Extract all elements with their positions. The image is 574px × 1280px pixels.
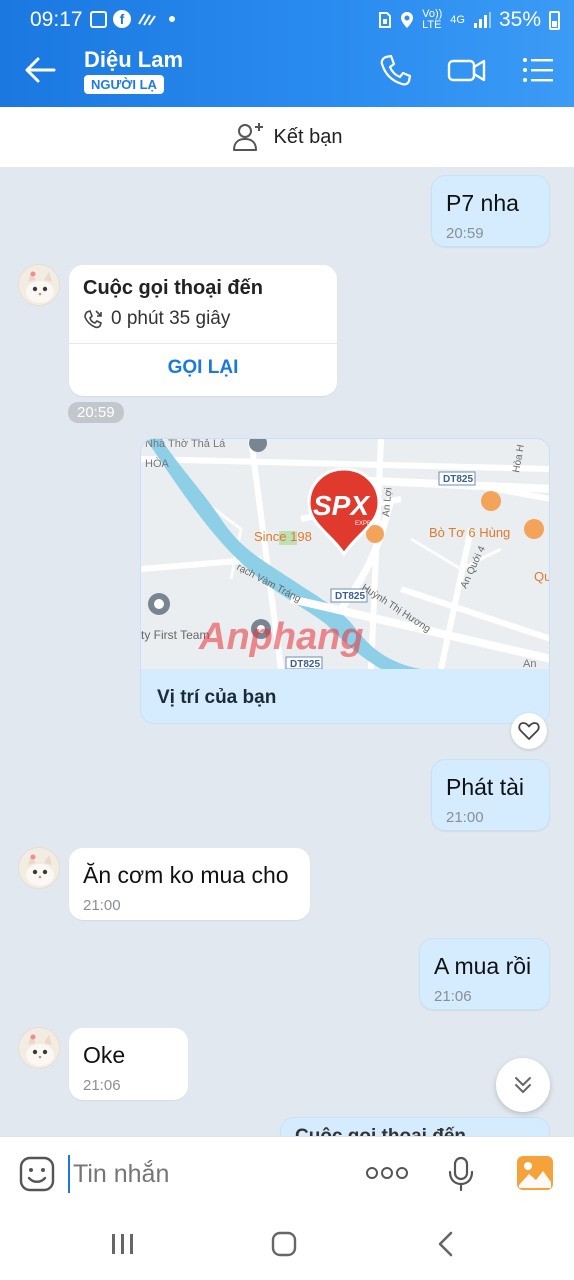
more-options-icon[interactable]	[365, 1163, 409, 1183]
gallery-icon	[90, 10, 107, 28]
map-place-label: Nhà Thờ Thả Lá	[145, 439, 226, 450]
message-time: 21:00	[83, 897, 121, 914]
spx-logo-subtext: EXPRESS	[355, 521, 383, 527]
signal-icon	[473, 12, 491, 28]
message-time: 21:06	[83, 1077, 121, 1094]
map-road-label: DT825	[290, 659, 320, 669]
call-title: Cuộc gọi thoại đến	[83, 277, 263, 299]
message-bubble-sent[interactable]: P7 nha 20:59	[431, 175, 550, 247]
message-text: P7 nha	[446, 190, 519, 216]
message-time: 20:59	[446, 225, 484, 242]
location-card[interactable]: DT825 DT825 DT825 Since 198 Bò Tơ 6 Hùng…	[140, 438, 550, 724]
message-time: 21:00	[446, 809, 484, 826]
notification-dot	[169, 16, 175, 22]
spx-logo-text: SPX	[313, 490, 371, 521]
message-bubble-sent[interactable]: Phát tài 21:00	[431, 759, 550, 831]
facebook-icon: f	[113, 10, 131, 28]
contact-name[interactable]: Diệu Lam	[84, 47, 183, 73]
system-nav-bar	[0, 1208, 574, 1280]
add-friend-label: Kết bạn	[273, 125, 343, 148]
home-icon[interactable]	[270, 1230, 298, 1258]
heart-icon	[518, 722, 540, 740]
double-chevron-down-icon	[515, 1077, 531, 1093]
battery-percent: 35%	[498, 8, 541, 31]
message-input[interactable]	[68, 1155, 348, 1193]
map-place-label: Qu	[534, 569, 550, 584]
add-user-icon	[232, 123, 263, 151]
map-place-label: Bò Tơ 6 Hùng	[429, 525, 510, 540]
call-time: 20:59	[68, 402, 124, 423]
lte-label: LTE	[422, 19, 442, 31]
map-place-label: Since 198	[254, 529, 312, 544]
map-road-label: DT825	[443, 474, 473, 485]
map-thumbnail[interactable]: DT825 DT825 DT825 Since 198 Bò Tơ 6 Hùng…	[141, 439, 550, 669]
call-card[interactable]: Cuộc gọi thoại đến 0 phút 35 giây GỌI LẠ…	[69, 265, 337, 396]
map-place-label: HÒA	[145, 457, 170, 470]
message-text: Ăn cơm ko mua cho	[83, 862, 289, 888]
top-bar: 09:17 f Vo)) LTE 4G 35% Diệu Lam NGƯỜI L…	[0, 0, 574, 107]
menu-list-icon[interactable]	[520, 52, 556, 88]
scroll-to-bottom-button[interactable]	[496, 1058, 550, 1112]
call-duration: 0 phút 35 giây	[111, 308, 231, 329]
contact-avatar[interactable]	[18, 1027, 60, 1069]
message-input-bar	[0, 1136, 574, 1208]
map-place-label: An	[523, 658, 536, 669]
nav-back-icon[interactable]	[434, 1230, 458, 1258]
message-text: Phát tài	[446, 774, 524, 800]
message-time: 21:06	[434, 988, 472, 1005]
message-bubble-received[interactable]: Ăn cơm ko mua cho 21:00	[69, 848, 310, 920]
recent-apps-icon[interactable]	[110, 1232, 136, 1256]
microphone-icon[interactable]	[447, 1155, 475, 1193]
sim-icon	[379, 12, 392, 28]
wifi-calling-icon	[138, 13, 156, 26]
incoming-call-icon	[84, 310, 102, 329]
gallery-image-icon[interactable]	[516, 1155, 554, 1191]
map-road-label: DT825	[335, 591, 365, 602]
contact-avatar[interactable]	[18, 847, 60, 889]
battery-icon	[549, 10, 560, 30]
add-friend-bar[interactable]: Kết bạn	[0, 107, 574, 167]
react-heart-button[interactable]	[511, 713, 547, 749]
message-text: Oke	[83, 1042, 126, 1068]
status-bar: 09:17 f Vo)) LTE 4G 35%	[0, 0, 574, 38]
phone-call-icon[interactable]	[378, 52, 414, 88]
call-back-button[interactable]: GỌI LẠI	[69, 357, 337, 379]
contact-avatar[interactable]	[18, 264, 60, 306]
status-time: 09:17	[30, 8, 83, 31]
watermark-text: Anphang	[198, 616, 364, 658]
message-bubble-received[interactable]: Oke 21:06	[69, 1028, 188, 1100]
stranger-badge: NGƯỜI LẠ	[84, 75, 164, 94]
message-bubble-sent[interactable]: A mua rồi 21:06	[419, 938, 550, 1010]
emoji-sticker-icon[interactable]	[18, 1155, 56, 1193]
message-text: A mua rồi	[434, 953, 532, 979]
location-icon	[401, 12, 414, 28]
back-arrow-icon[interactable]	[20, 52, 60, 88]
network-label: 4G	[450, 13, 465, 26]
location-label: Vị trí của bạn	[157, 687, 277, 708]
video-call-icon[interactable]	[447, 52, 487, 88]
